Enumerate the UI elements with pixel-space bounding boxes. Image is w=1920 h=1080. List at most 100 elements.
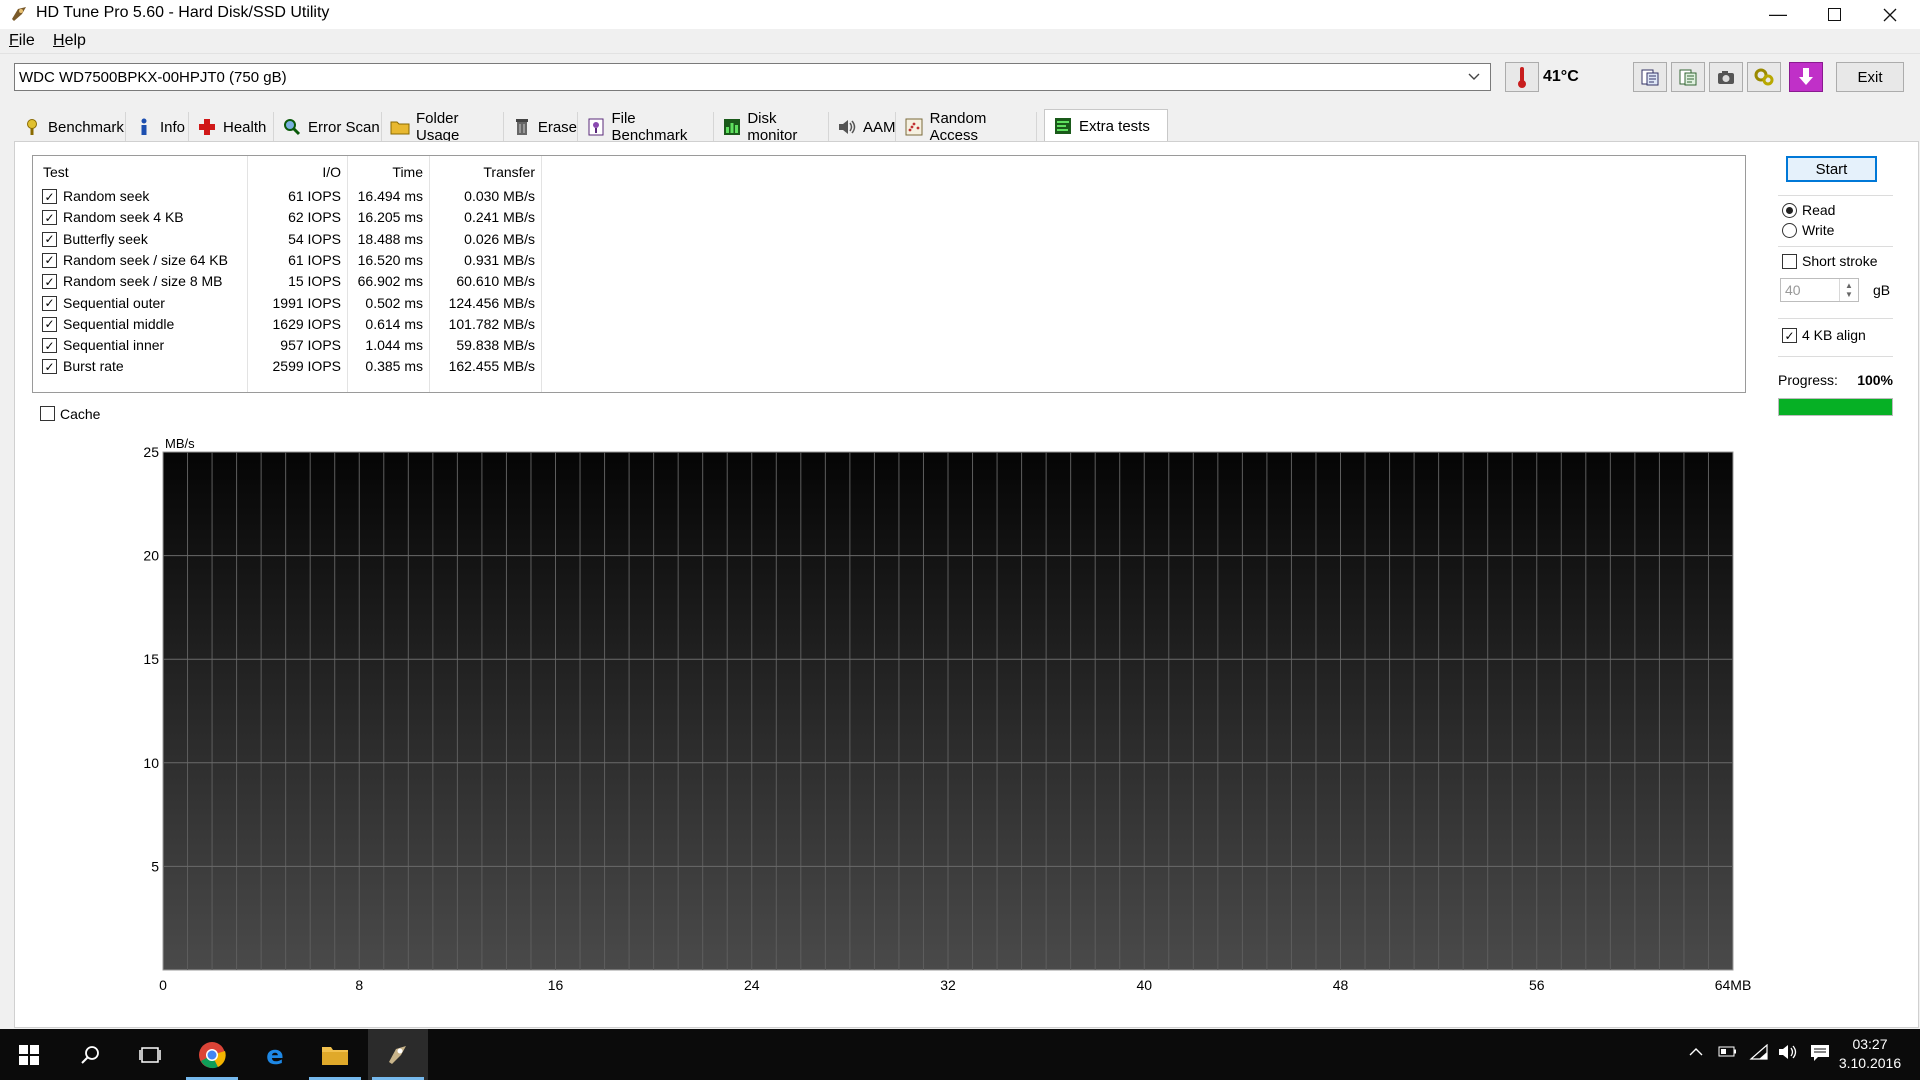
short-stroke-checkbox[interactable]: Short stroke <box>1782 253 1897 271</box>
hd-tune-app-icon <box>10 5 28 23</box>
align-checkbox-box[interactable]: ✓ <box>1782 328 1797 343</box>
tab-health[interactable]: Health <box>189 112 274 142</box>
test-name: Random seek <box>63 188 150 204</box>
tab-random-access[interactable]: Random Access <box>896 110 1037 144</box>
drive-select-value: WDC WD7500BPKX-00HPJT0 (750 gB) <box>19 68 287 86</box>
start-button[interactable]: Start <box>1786 156 1877 182</box>
tab-file-benchmark[interactable]: File Benchmark <box>578 110 714 144</box>
file-benchmark-icon <box>586 117 605 137</box>
search-icon <box>81 1045 99 1064</box>
download-button[interactable] <box>1789 62 1823 92</box>
tab-extra-tests[interactable]: Extra tests <box>1044 109 1168 142</box>
system-clock[interactable]: 03:27 3.10.2016 <box>1832 1035 1908 1073</box>
progress-label: Progress: <box>1778 372 1838 388</box>
test-checkbox[interactable]: ✓ <box>42 189 57 204</box>
minimize-button[interactable]: — <box>1750 0 1806 29</box>
taskbar-app-hd-tune[interactable] <box>368 1029 428 1080</box>
tab-benchmark[interactable]: Benchmark <box>14 112 126 142</box>
tab-label: Disk monitor <box>747 110 798 144</box>
column-header-time[interactable]: Time <box>347 164 423 180</box>
options-button[interactable] <box>1747 62 1781 92</box>
exit-button[interactable]: Exit <box>1836 62 1904 92</box>
screenshot-button[interactable] <box>1709 62 1743 92</box>
taskbar-app-chrome[interactable] <box>182 1029 242 1080</box>
align-checkbox[interactable]: ✓ 4 KB align <box>1782 327 1892 345</box>
taskbar-app-file-explorer[interactable] <box>305 1029 365 1080</box>
spin-stepper[interactable]: ▲ ▼ <box>1839 279 1858 301</box>
tab-erase[interactable]: Erase <box>504 112 578 142</box>
x-tick-label: 24 <box>744 977 760 992</box>
file-explorer-icon <box>322 1046 348 1065</box>
wifi-icon[interactable] <box>1749 1043 1769 1064</box>
volume-icon[interactable] <box>1778 1044 1800 1064</box>
table-row: ✓ Butterfly seek 54 IOPS 18.488 ms 0.026 MB/… <box>33 229 553 250</box>
tab-disk-monitor[interactable]: Disk monitor <box>714 110 829 144</box>
column-header-transfer[interactable]: Transfer <box>429 164 535 180</box>
table-row: ✓ Random seek / size 8 MB 15 IOPS 66.902 ms… <box>33 271 553 292</box>
close-button[interactable] <box>1862 0 1918 29</box>
test-checkbox[interactable]: ✓ <box>42 274 57 290</box>
test-transfer: 59.838 MB/s <box>456 337 535 354</box>
x-tick-label: 16 <box>548 977 564 992</box>
tab-aam[interactable]: AAM <box>829 112 896 142</box>
read-label: Read <box>1802 202 1836 218</box>
column-header-test[interactable]: Test <box>43 164 69 180</box>
tab-info[interactable]: Info <box>126 112 189 142</box>
taskbar-app-edge[interactable]: e <box>245 1029 305 1080</box>
test-transfer: 0.931 MB/s <box>464 251 535 268</box>
disk-monitor-icon <box>722 117 741 137</box>
column-header-io[interactable]: I/O <box>247 164 341 180</box>
copy-info-button[interactable] <box>1633 62 1667 92</box>
test-checkbox[interactable]: ✓ <box>42 252 57 268</box>
test-transfer: 124.456 MB/s <box>448 294 535 311</box>
read-radio[interactable]: Read <box>1782 202 1892 220</box>
test-time: 66.902 ms <box>357 273 423 290</box>
copy-all-button[interactable] <box>1671 62 1705 92</box>
drive-select[interactable]: WDC WD7500BPKX-00HPJT0 (750 gB) <box>14 63 1491 91</box>
test-checkbox[interactable]: ✓ <box>42 295 57 311</box>
write-radio[interactable]: Write <box>1782 222 1892 240</box>
test-checkbox[interactable]: ✓ <box>42 316 57 332</box>
y-tick-label: 20 <box>143 548 159 564</box>
notifications-icon[interactable] <box>1810 1044 1830 1066</box>
write-radio-button[interactable] <box>1782 223 1797 238</box>
copy-info-icon <box>1641 69 1659 86</box>
test-checkbox[interactable]: ✓ <box>42 359 57 375</box>
menu-help[interactable]: Help <box>53 32 86 50</box>
taskbar: e 03:27 3.10.2016 <box>0 1029 1920 1080</box>
test-checkbox[interactable]: ✓ <box>42 338 57 354</box>
test-time: 0.614 ms <box>365 315 423 332</box>
menu-file[interactable]: File <box>9 32 35 50</box>
test-io: 15 IOPS <box>288 273 341 290</box>
task-view-icon <box>139 1046 161 1063</box>
cache-checkbox[interactable]: Cache <box>40 405 150 425</box>
chevron-up-icon[interactable]: ▲ <box>1845 281 1853 290</box>
short-stroke-checkbox-box[interactable] <box>1782 254 1797 269</box>
cache-checkbox-box[interactable] <box>40 406 55 421</box>
chevron-down-icon[interactable]: ▼ <box>1845 290 1853 299</box>
battery-icon[interactable] <box>1718 1044 1738 1062</box>
test-io: 54 IOPS <box>288 230 341 247</box>
chevron-down-icon[interactable] <box>1460 63 1488 91</box>
separator <box>1778 246 1893 247</box>
test-transfer: 0.026 MB/s <box>464 230 535 247</box>
edge-icon: e <box>266 1042 284 1068</box>
test-io: 1991 IOPS <box>272 294 342 311</box>
start-menu-button[interactable] <box>0 1029 58 1080</box>
test-checkbox[interactable]: ✓ <box>42 231 57 247</box>
minimize-icon: — <box>1769 4 1787 24</box>
x-tick-label: 48 <box>1333 977 1349 992</box>
tab-error-scan[interactable]: Error Scan <box>274 112 382 142</box>
test-checkbox[interactable]: ✓ <box>42 210 57 226</box>
screenshot-icon <box>1718 71 1734 84</box>
tab-label: Extra tests <box>1079 117 1150 135</box>
chevron-up-icon[interactable] <box>1689 1044 1703 1061</box>
hd-tune-icon <box>389 1045 406 1064</box>
task-view-button[interactable] <box>120 1029 180 1080</box>
search-button[interactable] <box>60 1029 120 1080</box>
maximize-button[interactable] <box>1806 0 1862 29</box>
tab-label: Erase <box>537 118 577 136</box>
tab-folder-usage[interactable]: Folder Usage <box>382 110 504 144</box>
test-io: 957 IOPS <box>280 337 341 354</box>
read-radio-button[interactable] <box>1782 203 1797 218</box>
